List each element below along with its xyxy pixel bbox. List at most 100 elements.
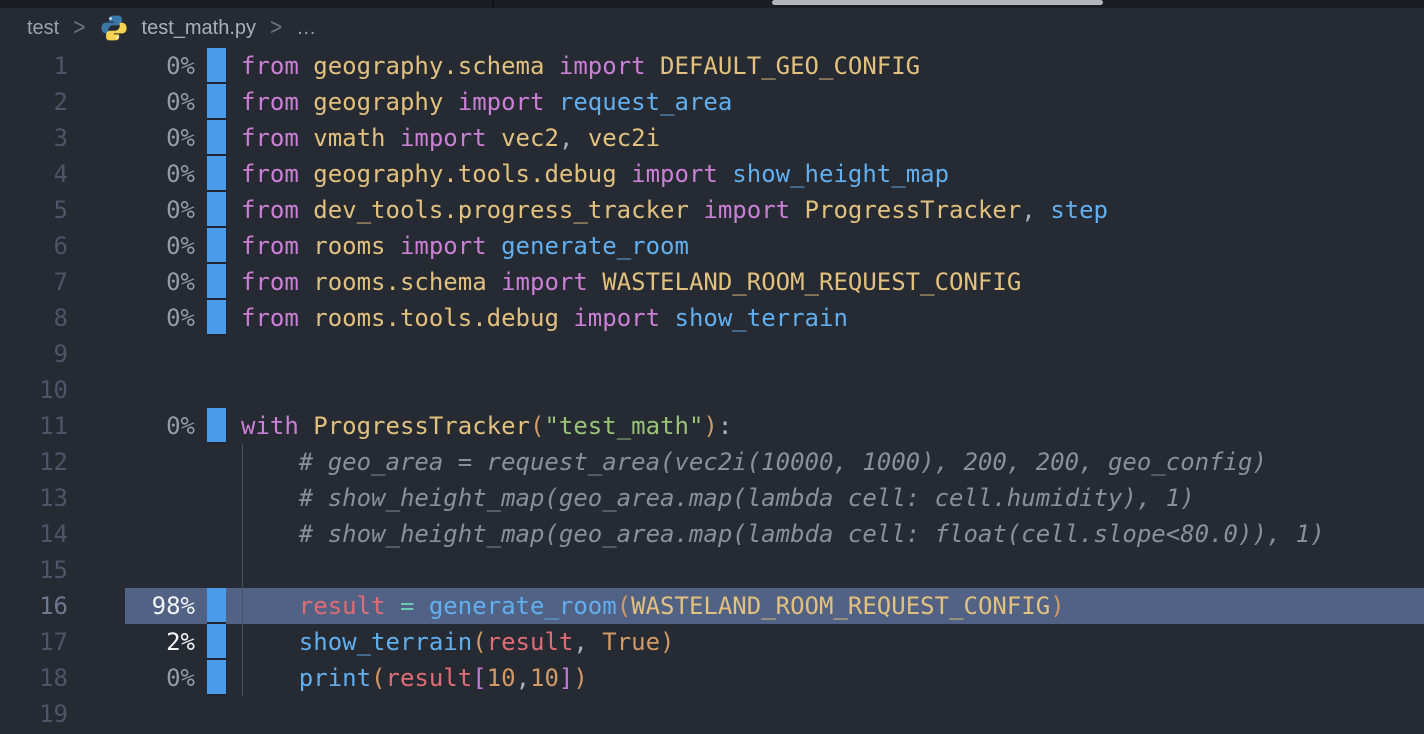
code-token: [588, 268, 602, 296]
line-number[interactable]: 4: [0, 156, 68, 192]
code-token: from: [241, 196, 299, 224]
code-token: with: [241, 412, 299, 440]
editor-row[interactable]: 172% show_terrain(result, True): [0, 624, 1424, 660]
code-line[interactable]: result = generate_room(WASTELAND_ROOM_RE…: [241, 588, 1065, 624]
line-number[interactable]: 12: [0, 444, 68, 480]
editor-row[interactable]: 10: [0, 372, 1424, 408]
coverage-marker: [207, 192, 226, 228]
editor-row[interactable]: 70%from rooms.schema import WASTELAND_RO…: [0, 264, 1424, 300]
editor-row[interactable]: 9: [0, 336, 1424, 372]
code-token: vec2: [501, 124, 559, 152]
code-token: (: [530, 412, 544, 440]
code-token: DEFAULT_GEO_CONFIG: [660, 52, 920, 80]
editor-row[interactable]: 30%from vmath import vec2, vec2i: [0, 120, 1424, 156]
code-token: [559, 304, 573, 332]
code-token: [241, 520, 299, 548]
code-line[interactable]: from vmath import vec2, vec2i: [241, 120, 660, 156]
line-number[interactable]: 16: [0, 588, 68, 624]
line-number[interactable]: 2: [0, 84, 68, 120]
python-icon: [100, 14, 128, 42]
code-line[interactable]: from rooms.schema import WASTELAND_ROOM_…: [241, 264, 1021, 300]
code-token: [299, 124, 313, 152]
code-token: [660, 304, 674, 332]
editor-row[interactable]: 12 # geo_area = request_area(vec2i(10000…: [0, 444, 1424, 480]
code-token: # show_height_map(geo_area.map(lambda ce…: [299, 484, 1195, 512]
line-number[interactable]: 7: [0, 264, 68, 300]
editor-row[interactable]: 50%from dev_tools.progress_tracker impor…: [0, 192, 1424, 228]
line-number[interactable]: 3: [0, 120, 68, 156]
coverage-marker: [207, 120, 226, 156]
code-token: [386, 124, 400, 152]
code-line[interactable]: with ProgressTracker("test_math"):: [241, 408, 732, 444]
editor-row[interactable]: 60%from rooms import generate_room: [0, 228, 1424, 264]
code-token: [386, 232, 400, 260]
code-token: [689, 196, 703, 224]
code-line[interactable]: from geography import request_area: [241, 84, 732, 120]
code-line[interactable]: from rooms import generate_room: [241, 228, 689, 264]
breadcrumb-folder[interactable]: test: [27, 17, 59, 40]
code-token: [241, 484, 299, 512]
code-token: ): [1050, 592, 1064, 620]
code-line[interactable]: # geo_area = request_area(vec2i(10000, 1…: [241, 444, 1267, 480]
code-token: [487, 268, 501, 296]
code-token: vec2i: [588, 124, 660, 152]
scrollbar-thumb-top[interactable]: [772, 0, 1103, 5]
line-number[interactable]: 8: [0, 300, 68, 336]
breadcrumb-file[interactable]: test_math.py: [142, 17, 257, 40]
code-line[interactable]: from rooms.tools.debug import show_terra…: [241, 300, 848, 336]
code-line[interactable]: from geography.schema import DEFAULT_GEO…: [241, 48, 920, 84]
code-token: [487, 232, 501, 260]
editor-row[interactable]: 19: [0, 696, 1424, 732]
editor-row[interactable]: 14 # show_height_map(geo_area.map(lambda…: [0, 516, 1424, 552]
code-line[interactable]: # show_height_map(geo_area.map(lambda ce…: [241, 480, 1195, 516]
editor-row[interactable]: 80%from rooms.tools.debug import show_te…: [0, 300, 1424, 336]
editor-row[interactable]: 110%with ProgressTracker("test_math"):: [0, 408, 1424, 444]
code-token: =: [400, 592, 414, 620]
code-line[interactable]: from dev_tools.progress_tracker import P…: [241, 192, 1108, 228]
code-token: [241, 664, 299, 692]
code-token: :: [718, 412, 732, 440]
code-line[interactable]: show_terrain(result, True): [241, 624, 675, 660]
line-number[interactable]: 15: [0, 552, 68, 588]
line-number[interactable]: 14: [0, 516, 68, 552]
line-number[interactable]: 11: [0, 408, 68, 444]
editor-row[interactable]: 1698% result = generate_room(WASTELAND_R…: [0, 588, 1424, 624]
code-line[interactable]: from geography.tools.debug import show_h…: [241, 156, 949, 192]
code-token: WASTELAND_ROOM_REQUEST_CONFIG: [602, 268, 1021, 296]
line-number[interactable]: 9: [0, 336, 68, 372]
editor-row[interactable]: 180% print(result[10,10]): [0, 660, 1424, 696]
line-number[interactable]: 17: [0, 624, 68, 660]
editor-row[interactable]: 15: [0, 552, 1424, 588]
breadcrumb: test > test_math.py > …: [0, 8, 316, 48]
window-top-strip: [0, 0, 1424, 8]
coverage-marker: [207, 624, 226, 660]
chevron-right-icon: >: [270, 14, 282, 42]
line-number[interactable]: 5: [0, 192, 68, 228]
editor-row[interactable]: 40%from geography.tools.debug import sho…: [0, 156, 1424, 192]
coverage-percentage: 0%: [68, 84, 195, 120]
line-number[interactable]: 18: [0, 660, 68, 696]
coverage-percentage: 98%: [68, 588, 195, 624]
code-token: ProgressTracker: [313, 412, 530, 440]
editor-row[interactable]: 13 # show_height_map(geo_area.map(lambda…: [0, 480, 1424, 516]
code-token: vmath: [313, 124, 385, 152]
code-token: ,: [573, 628, 602, 656]
code-token: ,: [516, 664, 530, 692]
code-token: ): [660, 628, 674, 656]
breadcrumb-overflow[interactable]: …: [296, 17, 316, 40]
code-line[interactable]: print(result[10,10]): [241, 660, 588, 696]
editor-row[interactable]: 20% from geography import request_area: [0, 84, 1424, 120]
code-token: geography: [313, 88, 443, 116]
line-number[interactable]: 1: [0, 48, 68, 84]
coverage-marker: [207, 228, 226, 264]
code-line[interactable]: # show_height_map(geo_area.map(lambda ce…: [241, 516, 1325, 552]
line-number[interactable]: 13: [0, 480, 68, 516]
code-token: show_height_map: [732, 160, 949, 188]
line-number[interactable]: 19: [0, 696, 68, 732]
code-token: # show_height_map(geo_area.map(lambda ce…: [299, 520, 1325, 548]
code-token: [299, 268, 313, 296]
code-token: [241, 592, 299, 620]
line-number[interactable]: 6: [0, 228, 68, 264]
line-number[interactable]: 10: [0, 372, 68, 408]
editor-row[interactable]: 10%from geography.schema import DEFAULT_…: [0, 48, 1424, 84]
